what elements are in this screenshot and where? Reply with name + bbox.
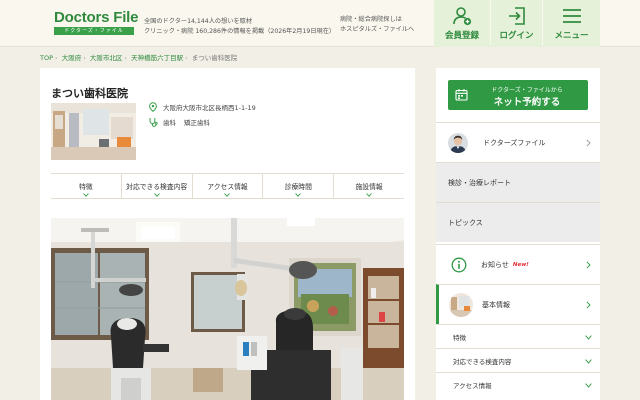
sidebar-subitem-features[interactable]: 特徴 — [436, 324, 600, 348]
member-register-label: 会員登録 — [444, 31, 479, 41]
logo-subtitle: ドクターズ・ファイル — [54, 27, 134, 35]
tab-features[interactable]: 特徴 — [51, 174, 121, 198]
sidebar-item-label: 検診・治療レポート — [448, 178, 511, 187]
breadcrumb-separator: › — [124, 54, 127, 62]
clinic-main-card: まつい歯科医院 大阪府大阪市北区長柄西1-1-19 歯科 矯正歯科 特徴 対応で… — [40, 68, 415, 400]
sidebar-item-topics[interactable]: トピックス — [436, 202, 600, 242]
clinic-title: まつい歯科医院 — [51, 87, 128, 100]
chevron-down-icon — [585, 382, 592, 388]
chevron-down-icon — [295, 193, 302, 197]
chevron-down-icon — [585, 358, 592, 364]
address-text: 大阪府大阪市北区長柄西1-1-19 — [163, 104, 256, 112]
map-pin-icon — [149, 102, 157, 112]
clinic-avatar — [449, 292, 473, 317]
breadcrumb: TOP › 大阪府 › 大阪市北区 › 天神橋筋六丁目駅 › まつい歯科医院 — [40, 52, 237, 62]
sidebar-subitem-label: アクセス情報 — [453, 381, 492, 390]
sidebar-item-exam-report[interactable]: 検診・治療レポート — [436, 162, 600, 202]
chevron-down-icon — [224, 193, 231, 197]
sidebar-item-basic-info[interactable]: 基本情報 — [436, 284, 600, 324]
breadcrumb-ward[interactable]: 大阪市北区 — [90, 54, 123, 62]
tab-exams[interactable]: 対応できる検査内容 — [120, 174, 192, 198]
clinic-thumbnail-image — [51, 103, 136, 160]
reserve-caption: ドクターズ・ファイルから — [491, 87, 563, 94]
user-add-icon — [453, 7, 472, 26]
reserve-label: ネット予約する — [493, 97, 561, 108]
menu-label: メニュー — [554, 31, 589, 41]
breadcrumb-top[interactable]: TOP — [40, 54, 53, 62]
login-label: ログイン — [499, 31, 534, 41]
sidebar-subitem-exams[interactable]: 対応できる検査内容 — [436, 348, 600, 372]
doctor-avatar — [448, 132, 468, 153]
tab-label: 対応できる検査内容 — [126, 183, 188, 191]
sidebar-item-doctors-file[interactable]: ドクターズファイル — [436, 122, 600, 162]
tab-facility[interactable]: 施設情報 — [333, 174, 404, 198]
menu-button[interactable]: メニュー — [543, 0, 600, 47]
net-reservation-button[interactable]: ドクターズ・ファイルから ネット予約する — [448, 80, 588, 110]
tab-hours[interactable]: 診療時間 — [262, 174, 333, 198]
department-item: 歯科 — [163, 119, 176, 127]
stethoscope-icon — [149, 118, 158, 127]
clinic-main-photo — [51, 218, 404, 400]
breadcrumb-current: まつい歯科医院 — [191, 54, 238, 62]
tab-label: 特徴 — [79, 183, 93, 191]
clinic-section-tabs: 特徴 対応できる検査内容 アクセス情報 診療時間 施設情報 — [51, 173, 404, 199]
site-tagline: 全国のドクター14,144人の想いを取材 クリニック・病院 160,286件の情… — [144, 17, 335, 37]
sidebar-subitem-access[interactable]: アクセス情報 — [436, 372, 600, 396]
breadcrumb-separator: › — [55, 54, 58, 62]
chevron-down-icon — [585, 334, 592, 340]
chevron-down-icon — [153, 193, 160, 197]
chevron-right-icon — [586, 300, 591, 309]
hospitals-file-link[interactable]: 病院・総合病院探しは ホスピタルズ・ファイルへ — [340, 15, 414, 35]
site-header: Doctors File ドクターズ・ファイル 全国のドクター14,144人の想… — [0, 0, 640, 47]
sidebar-item-label: トピックス — [448, 218, 483, 227]
sidebar-item-label: ドクターズファイル — [483, 138, 546, 147]
chevron-right-icon — [586, 260, 591, 269]
chevron-down-icon — [366, 193, 372, 197]
sidebar-item-label: お知らせ — [481, 260, 509, 269]
hospitals-link-line2: ホスピタルズ・ファイルへ — [340, 26, 415, 33]
breadcrumb-station[interactable]: 天神橋筋六丁目駅 — [131, 54, 183, 62]
department-item: 矯正歯科 — [184, 119, 210, 127]
sidebar-subitem-label: 対応できる検査内容 — [453, 357, 512, 366]
tab-label: 施設情報 — [355, 183, 383, 191]
sidebar-subitem-label: 特徴 — [453, 333, 466, 342]
tab-label: 診療時間 — [284, 183, 312, 191]
sidebar-item-label: 基本情報 — [482, 300, 510, 309]
clinic-thumbnail[interactable] — [51, 103, 136, 160]
breadcrumb-prefecture[interactable]: 大阪府 — [62, 54, 82, 62]
tagline-clinics: クリニック・病院 160,286件の情報を掲載（2026年2月19日現在） — [144, 28, 336, 35]
tagline-doctors: 全国のドクター14,144人の想いを取材 — [144, 18, 253, 25]
chevron-right-icon — [586, 138, 591, 147]
new-badge: New! — [512, 261, 529, 268]
calendar-icon — [455, 89, 468, 101]
treatment-room-photo — [51, 218, 404, 400]
tab-access[interactable]: アクセス情報 — [191, 174, 263, 198]
logo-wordmark: Doctors File — [54, 9, 139, 26]
doctors-file-logo[interactable]: Doctors File ドクターズ・ファイル — [54, 9, 139, 37]
member-register-button[interactable]: 会員登録 — [434, 0, 490, 47]
clinic-address: 大阪府大阪市北区長柄西1-1-19 — [148, 102, 256, 112]
clinic-departments: 歯科 矯正歯科 — [148, 117, 210, 127]
info-icon — [451, 257, 467, 272]
login-icon — [508, 7, 525, 25]
chevron-down-icon — [83, 193, 89, 197]
hospitals-link-line1: 病院・総合病院探しは — [340, 16, 402, 23]
breadcrumb-separator: › — [185, 54, 188, 62]
hamburger-icon — [562, 9, 581, 23]
login-button[interactable]: ログイン — [491, 0, 542, 47]
sidebar-item-news[interactable]: お知らせ New! — [436, 244, 600, 284]
breadcrumb-separator: › — [83, 54, 86, 62]
clinic-sidebar: ドクターズ・ファイルから ネット予約する ドクターズファイル 検診・治療レポート… — [436, 68, 600, 400]
tab-label: アクセス情報 — [207, 183, 248, 191]
